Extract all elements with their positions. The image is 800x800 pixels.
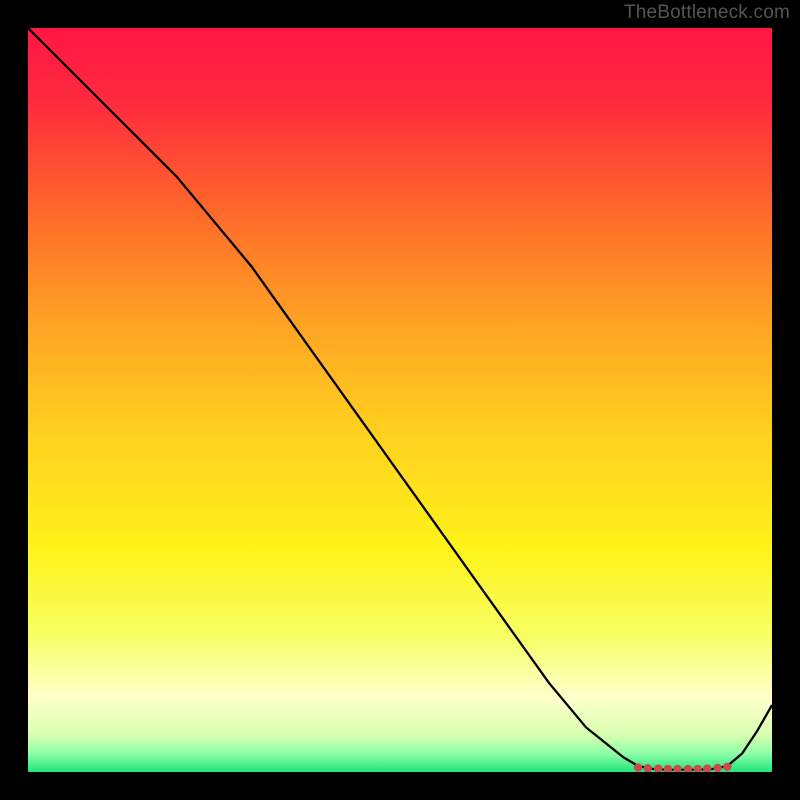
plot-area [28, 28, 772, 772]
chart-svg [28, 28, 772, 772]
chart-container: TheBottleneck.com [0, 0, 800, 800]
watermark-label: TheBottleneck.com [624, 2, 790, 24]
marker-dot [713, 764, 721, 772]
marker-dot [723, 763, 731, 771]
marker-dot [634, 763, 642, 771]
